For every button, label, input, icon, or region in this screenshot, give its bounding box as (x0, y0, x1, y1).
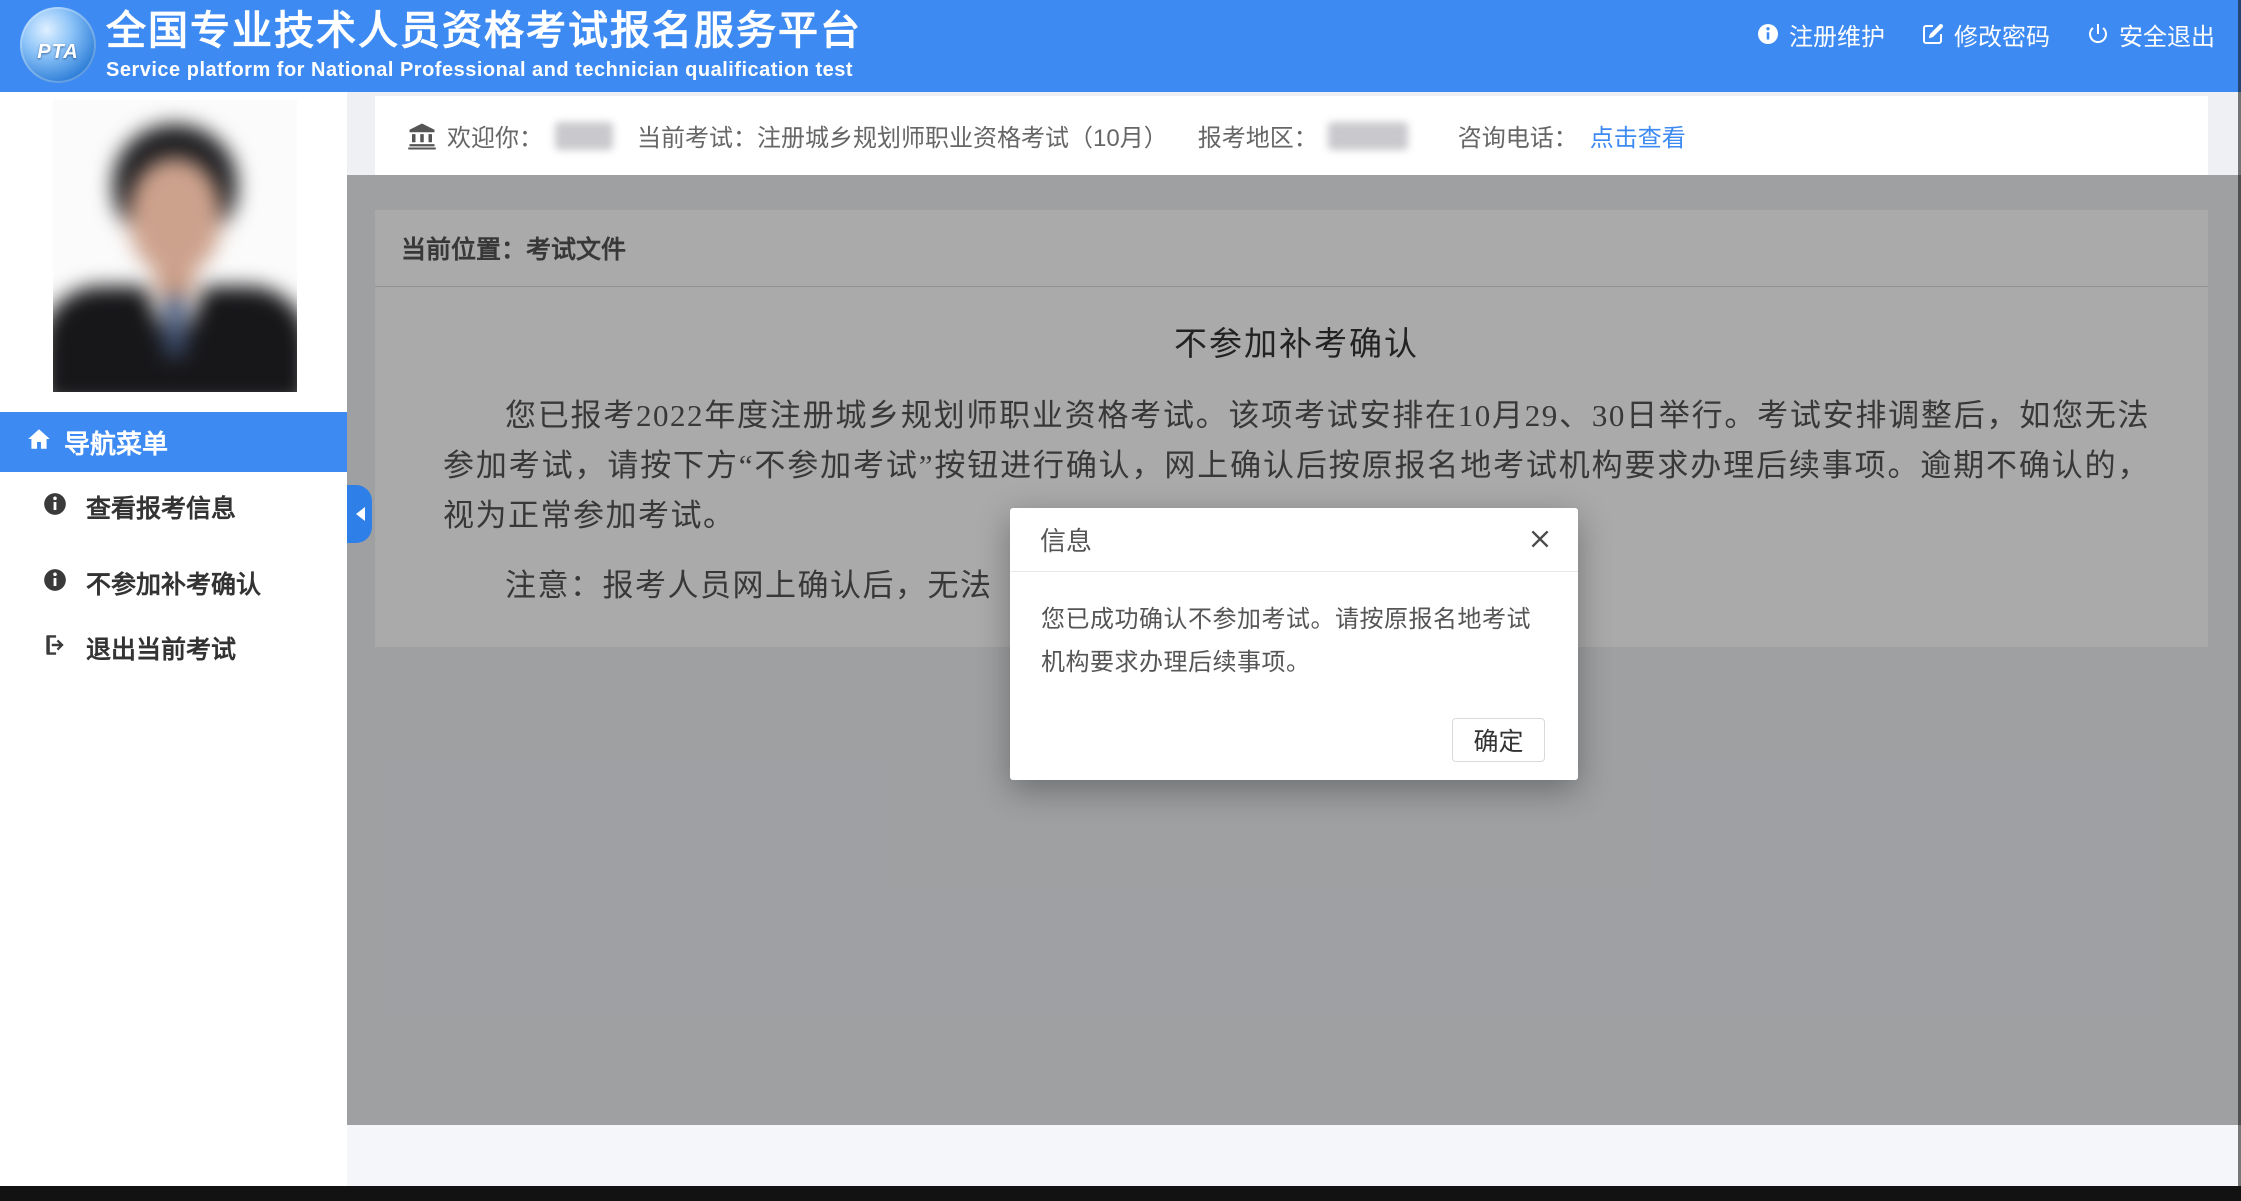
phone-view-link[interactable]: 点击查看 (1590, 118, 1686, 153)
title-block: 全国专业技术人员资格考试报名服务平台 Service platform for … (106, 8, 862, 82)
sidebar-item-label: 退出当前考试 (86, 630, 236, 666)
platform-title: 全国专业技术人员资格考试报名服务平台 (106, 8, 862, 54)
modal-confirm-button[interactable]: 确定 (1452, 718, 1545, 762)
sidebar-item-exit-current-exam[interactable]: 退出当前考试 (0, 624, 347, 672)
sidebar-menu-title: 导航菜单 (64, 424, 168, 461)
logo-text: PTA (37, 41, 79, 64)
sidebar-item-label: 查看报考信息 (86, 489, 236, 525)
modal-close-button[interactable] (1526, 527, 1554, 555)
current-exam-value: 注册城乡规划师职业资格考试（10月） (757, 118, 1168, 153)
sidebar-collapse-handle[interactable] (347, 485, 372, 543)
header-nav: 注册维护 修改密码 安全退出 (1756, 0, 2215, 68)
applicant-photo-blur (53, 100, 297, 392)
region-label: 报考地区： (1198, 118, 1318, 153)
nav-change-password[interactable]: 修改密码 (1921, 17, 2050, 52)
blurred-username (555, 122, 613, 150)
current-exam-label: 当前考试： (637, 118, 757, 153)
nav-label: 安全退出 (2119, 17, 2215, 52)
sidebar: 导航菜单 查看报考信息 不参加补考确认 退出当前考试 (0, 92, 347, 1186)
close-icon (1527, 526, 1553, 557)
greeting-label: 欢迎你： (447, 118, 543, 153)
edit-icon (1921, 22, 1945, 46)
nav-label: 修改密码 (1954, 17, 2050, 52)
pta-logo-icon: PTA (20, 7, 96, 83)
info-circle-icon (42, 491, 68, 524)
sidebar-menu-header: 导航菜单 (0, 412, 347, 472)
chevron-left-icon (349, 507, 365, 521)
info-circle-icon (42, 567, 68, 600)
app-header: PTA 全国专业技术人员资格考试报名服务平台 Service platform … (0, 0, 2241, 92)
applicant-photo (53, 100, 297, 392)
home-icon (26, 426, 52, 459)
modal-header: 信息 (1010, 508, 1578, 572)
screen: PTA 全国专业技术人员资格考试报名服务平台 Service platform … (0, 0, 2241, 1201)
bank-icon (407, 121, 437, 151)
phone-label: 咨询电话： (1458, 118, 1578, 153)
blurred-region (1328, 122, 1408, 150)
sidebar-item-no-makeup-exam-confirm[interactable]: 不参加补考确认 (0, 559, 347, 607)
welcome-bar: 欢迎你： 当前考试： 注册城乡规划师职业资格考试（10月） 报考地区： 咨询电话… (375, 96, 2208, 175)
info-circle-icon (1756, 22, 1780, 46)
modal-title: 信息 (1040, 521, 1092, 558)
sidebar-item-view-registration-info[interactable]: 查看报考信息 (0, 483, 347, 531)
window-bottom-edge (0, 1186, 2241, 1201)
sign-out-icon (42, 632, 68, 665)
nav-account-maintenance[interactable]: 注册维护 (1756, 17, 1885, 52)
power-icon (2086, 22, 2110, 46)
info-modal: 信息 您已成功确认不参加考试。请按原报名地考试机构要求办理后续事项。 确定 (1010, 508, 1578, 780)
footer-strip (347, 1125, 2241, 1186)
sidebar-item-label: 不参加补考确认 (86, 565, 261, 601)
nav-safe-logout[interactable]: 安全退出 (2086, 17, 2215, 52)
nav-label: 注册维护 (1789, 17, 1885, 52)
modal-message: 您已成功确认不参加考试。请按原报名地考试机构要求办理后续事项。 (1010, 572, 1578, 684)
platform-subtitle: Service platform for National Profession… (106, 59, 862, 82)
